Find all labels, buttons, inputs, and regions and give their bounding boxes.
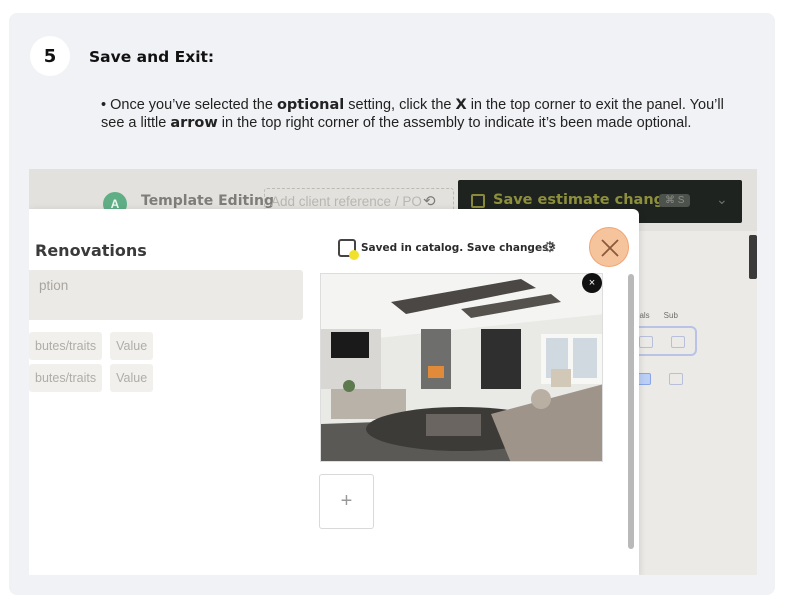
save-icon [471, 194, 485, 208]
close-icon [601, 239, 619, 257]
truck-icon [669, 373, 683, 385]
step-card: 5 Save and Exit: • Once you’ve selected … [9, 13, 775, 595]
assembly-panel: Renovations Saved in catalog. Save chang… [29, 209, 639, 575]
step-title: Save and Exit: [89, 48, 215, 66]
column-header: Sub [663, 311, 678, 320]
emphasis-x: X [455, 97, 467, 113]
save-estimate-label: Save estimate changes [493, 192, 683, 208]
add-photo-button[interactable]: + [319, 474, 374, 529]
truck-icon [639, 336, 653, 348]
attribute-value-input[interactable]: Value [110, 364, 154, 392]
table-row[interactable] [629, 365, 697, 395]
attribute-name-input[interactable]: butes/traits [29, 332, 103, 360]
app-screenshot: A Template Editing Add client reference … [29, 169, 757, 575]
assembly-photo [320, 273, 603, 462]
emphasis-optional: optional [276, 97, 345, 113]
chevron-down-icon[interactable]: ⌄ [716, 191, 728, 208]
remove-photo-button[interactable]: × [582, 273, 602, 293]
attribute-value-input[interactable]: Value [110, 332, 154, 360]
save-icon [338, 239, 359, 260]
living-room-photo [321, 274, 602, 461]
panel-title: Renovations [35, 241, 147, 260]
history-icon[interactable]: ⟲ [423, 192, 441, 210]
attribute-row: butes/traits Value [29, 332, 154, 360]
template-editing-label: Template Editing [141, 193, 274, 209]
save-shortcut: ⌘ S [659, 194, 691, 207]
step-number: 5 [30, 36, 70, 76]
table-column-headers: rials Sub [635, 311, 692, 320]
close-button[interactable] [589, 227, 629, 267]
emphasis-arrow: arrow [170, 115, 218, 131]
scrollbar[interactable] [749, 235, 757, 279]
attribute-name-input[interactable]: butes/traits [29, 364, 103, 392]
description-input[interactable]: ption [29, 270, 303, 320]
gear-icon[interactable]: ⚙ [541, 239, 559, 257]
panel-scrollbar[interactable] [628, 274, 634, 549]
truck-icon [637, 373, 651, 385]
saved-status[interactable]: Saved in catalog. Save changes? [361, 242, 554, 254]
table-row[interactable] [629, 326, 697, 356]
attribute-row: butes/traits Value [29, 364, 154, 392]
step-instruction: • Once you’ve selected the optional sett… [101, 97, 724, 131]
truck-icon [671, 336, 685, 348]
